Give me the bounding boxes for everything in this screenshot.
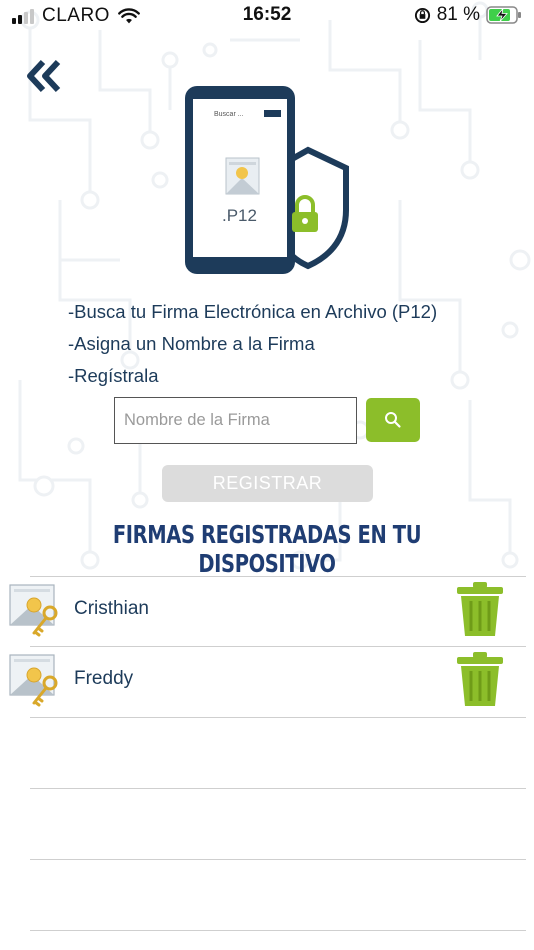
- battery-percent: 81 %: [436, 4, 480, 25]
- certificate-key-icon: [9, 654, 58, 707]
- empty-list-row: [30, 718, 526, 789]
- list-item[interactable]: Freddy: [9, 647, 526, 718]
- file-extension-label: .P12: [222, 206, 257, 225]
- register-button[interactable]: REGISTRAR: [162, 465, 373, 502]
- delete-button[interactable]: [455, 581, 505, 637]
- back-button[interactable]: [26, 58, 66, 94]
- orientation-lock-icon: [414, 7, 430, 23]
- signature-name: Freddy: [74, 668, 134, 689]
- search-icon: [385, 412, 401, 428]
- search-file-button[interactable]: [366, 398, 420, 442]
- instruction-step-1: -Busca tu Firma Electrónica en Archivo (…: [68, 301, 438, 322]
- phone-shield-illustration: [185, 86, 349, 274]
- hero-illustration: Buscar ... .P12: [180, 82, 360, 278]
- status-bar: CLARO 16:52 81 %: [0, 0, 534, 32]
- delete-button[interactable]: [455, 651, 505, 707]
- instructions: -Busca tu Firma Electrónica en Archivo (…: [68, 301, 437, 397]
- empty-list-row: [30, 789, 526, 860]
- certificate-key-icon: [9, 584, 58, 637]
- instruction-step-2: -Asigna un Nombre a la Firma: [68, 333, 315, 354]
- empty-list-row: [30, 860, 526, 931]
- section-title: FIRMAS REGISTRADAS EN TU DISPOSITIVO: [112, 520, 422, 578]
- instruction-step-3: -Regístrala: [68, 365, 159, 386]
- signature-name: Cristhian: [74, 598, 149, 619]
- hero-search-text: Buscar ...: [214, 111, 244, 118]
- signature-name-input[interactable]: [114, 397, 357, 444]
- battery-charging-icon: [486, 6, 521, 24]
- list-item[interactable]: Cristhian: [9, 576, 526, 647]
- signature-list: Cristhian Freddy: [0, 576, 534, 931]
